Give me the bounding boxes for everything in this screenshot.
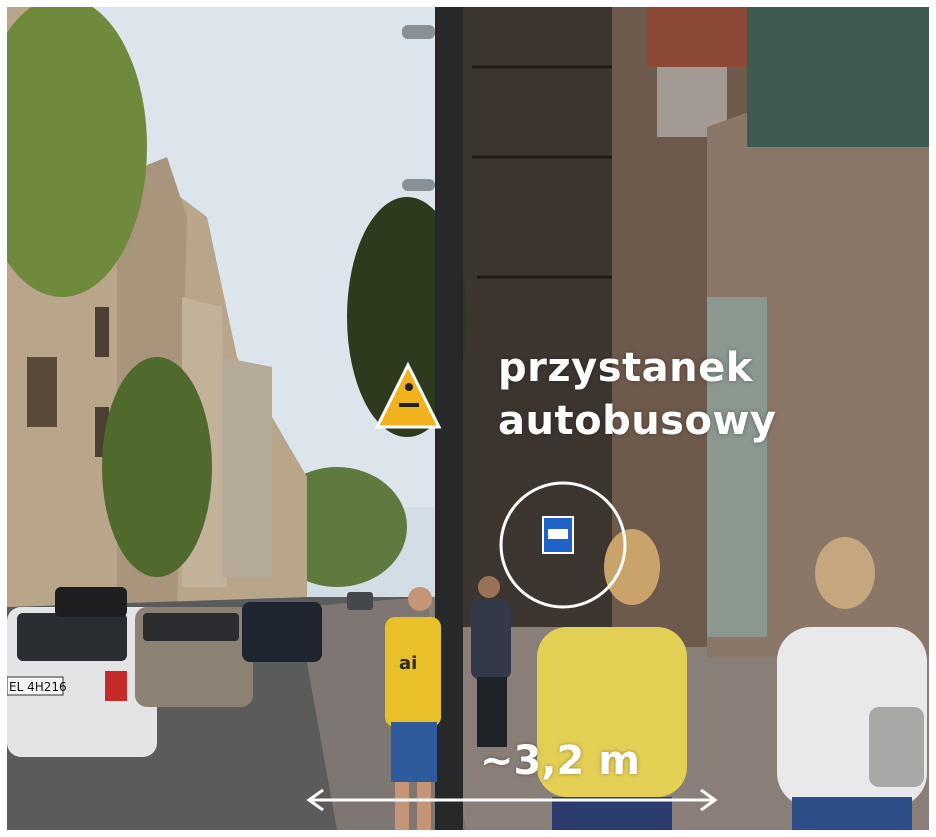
distance-label: ~3,2 m: [480, 738, 640, 784]
street-photo: EL 4H216 ai: [7, 7, 929, 830]
photo-frame: EL 4H216 ai: [7, 7, 929, 830]
person-dark: [471, 576, 511, 747]
shirt-print: ai: [399, 653, 417, 674]
bus-stop-label-line1: przystanek: [498, 345, 753, 391]
dark-car: [242, 602, 322, 662]
bus-stop-label-line2: autobusowy: [498, 398, 777, 444]
license-plate: EL 4H216: [9, 680, 67, 694]
